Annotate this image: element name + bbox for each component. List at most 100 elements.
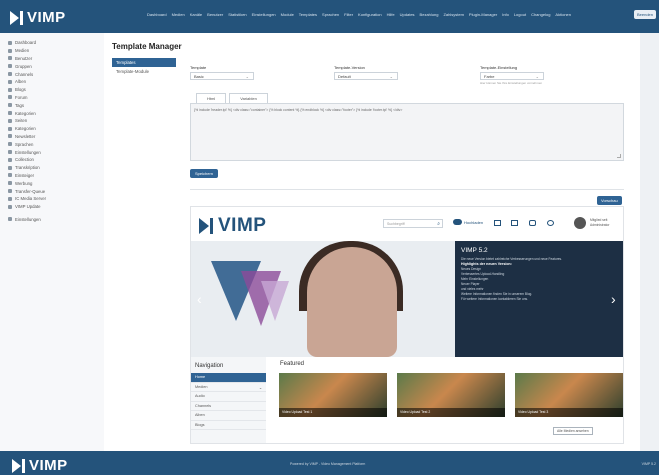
sidebar-item-label: Kategorien: [15, 126, 36, 132]
top-nav-item[interactable]: Plugin-Manager: [469, 12, 497, 17]
top-nav-item[interactable]: Logout: [514, 12, 526, 17]
top-nav-item[interactable]: Dashboard: [147, 12, 167, 17]
sidebar-item-blogs[interactable]: Blogs: [0, 86, 104, 94]
top-nav-item[interactable]: Sprachen: [322, 12, 339, 17]
forum-icon: [8, 95, 12, 100]
sidebar-item-languages[interactable]: Sprachen: [0, 140, 104, 148]
top-nav-item[interactable]: Benutzer: [207, 12, 223, 17]
server-icon: [8, 196, 12, 201]
template-list-item[interactable]: Template-Module: [112, 67, 176, 76]
sidebar-item-forum[interactable]: Forum: [0, 94, 104, 102]
more-media-button[interactable]: Alle Medien ansehen: [553, 427, 593, 435]
sidebar-item-users[interactable]: Benutzer: [0, 55, 104, 63]
logo-play-icon: [12, 458, 21, 473]
top-nav: Dashboard Medien Kanäle Benutzer Statist…: [147, 12, 571, 17]
sidebar-item-dashboard[interactable]: Dashboard: [0, 39, 104, 47]
sidebar-item-albums[interactable]: Alben: [0, 78, 104, 86]
thumbnail-caption: Video Upload Test 3: [515, 408, 623, 417]
select-value: Farbe: [484, 74, 495, 79]
preview-button[interactable]: Vorschau: [597, 196, 622, 205]
nav-item-audio[interactable]: Audio: [191, 392, 266, 402]
nav-item-channels[interactable]: Channels: [191, 402, 266, 411]
sidebar-item-transcription[interactable]: Transkription: [0, 164, 104, 172]
preview-logo[interactable]: VIMP: [199, 215, 266, 237]
top-nav-item[interactable]: Module: [281, 12, 294, 17]
sidebar-item-categories[interactable]: Kategorien: [0, 109, 104, 117]
sidebar-item-collection[interactable]: Collection: [0, 156, 104, 164]
template-select[interactable]: Basic ⌄: [190, 72, 254, 80]
featured-title: Featured: [280, 361, 305, 367]
sidebar-item-groups[interactable]: Gruppen: [0, 62, 104, 70]
logo-bar-icon: [210, 218, 213, 234]
chevron-left-icon[interactable]: ‹: [197, 291, 202, 307]
resize-handle-icon[interactable]: [617, 154, 621, 158]
user-line: Mitglied seit: [590, 218, 608, 222]
top-nav-item[interactable]: Info: [502, 12, 509, 17]
template-list-item[interactable]: Templates: [112, 58, 176, 67]
sidebar-item-media-server[interactable]: IC Media Server: [0, 195, 104, 203]
top-nav-item[interactable]: Zahlsystem: [443, 12, 463, 17]
template-setting-select[interactable]: Farbe ⌄: [480, 72, 544, 80]
search-icon[interactable]: ⌕: [437, 221, 440, 227]
chevron-down-icon: ⌄: [245, 74, 249, 79]
hero-slider: ‹ VIMP 5.2 Die neue Version bietet zahlr…: [191, 241, 623, 357]
page-title: Template Manager: [112, 42, 182, 51]
logout-button[interactable]: Beenden: [633, 10, 656, 19]
top-nav-item[interactable]: Templates: [299, 12, 317, 17]
template-field: Template Basic ⌄: [190, 65, 254, 80]
field-label: Template: [190, 65, 207, 70]
mail-icon[interactable]: [511, 220, 518, 226]
sidebar-item-tags[interactable]: Tags: [0, 101, 104, 109]
hero-image-face: [307, 247, 397, 357]
gear-icon[interactable]: [547, 220, 554, 226]
code-editor[interactable]: {% include 'header.tpl' %} <div class="c…: [190, 103, 624, 161]
user-info: Mitglied seit Administrator: [590, 218, 609, 227]
chevron-right-icon[interactable]: ›: [611, 291, 616, 307]
sidebar-item-settings-2[interactable]: Einstellungen: [0, 216, 104, 224]
chat-icon[interactable]: [529, 220, 536, 226]
nav-item-albums[interactable]: Alben: [191, 411, 266, 421]
sidebar-item-beginner[interactable]: Einsteiger: [0, 172, 104, 180]
template-version-select[interactable]: Default ⌄: [334, 72, 398, 80]
sidebar-item-newsletter[interactable]: Newsletter: [0, 133, 104, 141]
tag-icon: [8, 103, 12, 108]
sidebar-item-label: Einstellungen: [15, 216, 41, 222]
sidebar-item-pages[interactable]: Seiten: [0, 117, 104, 125]
sidebar-item-categories-2[interactable]: Kategorien: [0, 125, 104, 133]
nav-item-home[interactable]: Home: [191, 373, 266, 383]
nav-item-blogs[interactable]: Blogs: [191, 421, 266, 430]
dashboard-icon: [8, 40, 12, 45]
top-nav-item[interactable]: Changelog: [531, 12, 550, 17]
footer-text: Powered by VIMP - Video Management Platf…: [290, 462, 366, 466]
ads-icon: [8, 181, 12, 186]
preview-search-input[interactable]: Suchbegriff ⌕: [383, 219, 443, 228]
top-nav-item[interactable]: Updates: [400, 12, 415, 17]
top-nav-item[interactable]: Hilfe: [387, 12, 395, 17]
top-nav-item[interactable]: Einstellungen: [252, 12, 276, 17]
video-thumbnail[interactable]: Video Upload Test 2: [397, 373, 505, 417]
top-nav-item[interactable]: Kanäle: [190, 12, 202, 17]
media-icon[interactable]: [494, 220, 501, 226]
sidebar-item-label: Forum: [15, 94, 28, 100]
top-nav-item[interactable]: Aktionen: [555, 12, 571, 17]
avatar[interactable]: [574, 217, 586, 229]
logo-play-icon: [10, 10, 19, 25]
sidebar-item-settings[interactable]: Einstellungen: [0, 148, 104, 156]
nav-item-media[interactable]: Medien ⌄: [191, 383, 266, 392]
top-nav-item[interactable]: Bezahlung: [420, 12, 439, 17]
footer-logo[interactable]: VIMP: [12, 457, 68, 474]
sidebar-item-ads[interactable]: Werbung: [0, 179, 104, 187]
vimp-logo[interactable]: VIMP: [10, 9, 66, 26]
top-nav-item[interactable]: Medien: [172, 12, 185, 17]
sidebar-item-channels[interactable]: Channels: [0, 70, 104, 78]
top-nav-item[interactable]: Filter: [344, 12, 353, 17]
sidebar-item-media[interactable]: Medien: [0, 47, 104, 55]
video-thumbnail[interactable]: Video Upload Test 1: [279, 373, 387, 417]
video-thumbnail[interactable]: Video Upload Test 3: [515, 373, 623, 417]
sidebar-item-update[interactable]: VIMP Update: [0, 203, 104, 211]
upload-button[interactable]: Hochladen: [453, 219, 483, 225]
sidebar-item-transfer-queue[interactable]: Transfer-Queue: [0, 187, 104, 195]
top-nav-item[interactable]: Statistiken: [228, 12, 246, 17]
save-button[interactable]: Speichern: [190, 169, 219, 178]
top-nav-item[interactable]: Konfiguration: [358, 12, 382, 17]
